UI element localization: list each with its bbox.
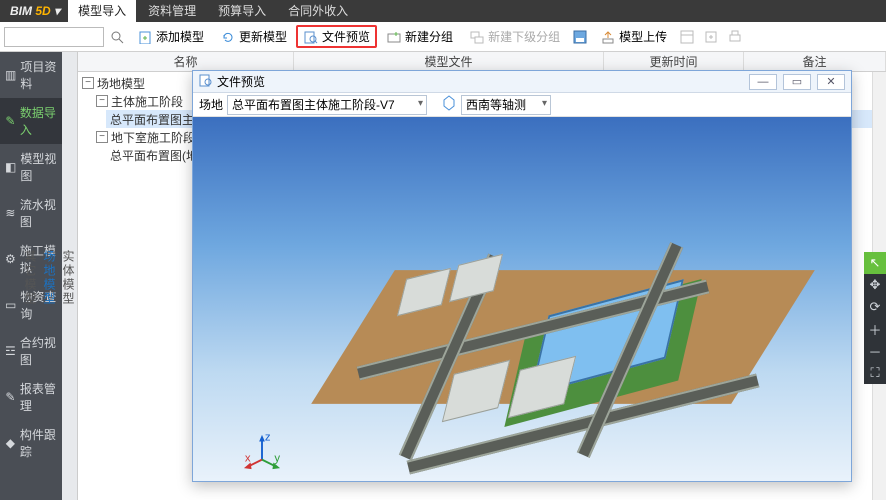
si-label: 数据导入 xyxy=(20,104,57,138)
update-model-label: 更新模型 xyxy=(239,28,287,45)
refresh-icon xyxy=(220,29,236,45)
search-input[interactable] xyxy=(4,27,104,47)
print-icon[interactable] xyxy=(724,26,746,48)
import-icon: ✎ xyxy=(5,114,16,128)
si-label: 合约视图 xyxy=(20,334,57,368)
zoom-out-icon[interactable]: － xyxy=(864,340,886,362)
menu-tab-data-manage[interactable]: 资料管理 xyxy=(138,0,206,22)
file-preview-icon xyxy=(303,29,319,45)
menu-tab-contract-income[interactable]: 合同外收入 xyxy=(278,0,358,22)
tree-label: 地下室施工阶段 xyxy=(111,129,195,146)
dialog-title-icon xyxy=(199,73,213,90)
new-group-button[interactable]: 新建分组 xyxy=(379,25,460,48)
dialog-titlebar[interactable]: 文件预览 — ▭ ✕ xyxy=(193,71,851,93)
combo-value: 总平面布置图主体施工阶段-V7 xyxy=(232,98,395,112)
pointer-tool-icon[interactable]: ↖ xyxy=(864,252,886,274)
sidebar-item-data-import[interactable]: ✎ 数据导入 xyxy=(0,98,62,144)
file-preview-button[interactable]: 文件预览 xyxy=(296,25,377,48)
model-upload-button[interactable]: 模型上传 xyxy=(593,25,674,48)
col-name[interactable]: 名称 xyxy=(78,52,294,71)
close-icon[interactable]: ✕ xyxy=(817,74,845,90)
collapse-icon[interactable]: − xyxy=(82,77,94,89)
vbar-other-model[interactable]: 其它模型 xyxy=(22,246,39,310)
new-subgroup-label: 新建下级分组 xyxy=(488,28,560,45)
col-model-file[interactable]: 模型文件 xyxy=(294,52,604,71)
vbar-site-model[interactable]: 场地模型 xyxy=(41,246,58,310)
sidebar-item-contract-view[interactable]: ☲ 合约视图 xyxy=(0,328,62,374)
si-label: 流水视图 xyxy=(20,196,57,230)
zoom-in-icon[interactable]: ＋ xyxy=(864,318,886,340)
collapse-icon[interactable]: − xyxy=(96,95,108,107)
si-label: 构件跟踪 xyxy=(20,426,57,460)
dialog-title: 文件预览 xyxy=(217,73,265,90)
orientation-icon xyxy=(441,95,457,114)
si-label: 模型视图 xyxy=(20,150,57,184)
settings-icon[interactable] xyxy=(676,26,698,48)
combo-value: 西南等轴测 xyxy=(466,98,526,112)
vbar-entity-model[interactable]: 实体模型 xyxy=(60,246,77,310)
new-subgroup-button[interactable]: 新建下级分组 xyxy=(462,25,567,48)
cube-icon: ◧ xyxy=(5,160,16,174)
table-header: 名称 模型文件 更新时间 备注 xyxy=(78,52,886,72)
site-plan-combo[interactable]: 总平面布置图主体施工阶段-V7 xyxy=(227,95,427,115)
truck-icon: ▭ xyxy=(5,298,16,312)
menu-tab-model-import[interactable]: 模型导入 xyxy=(68,0,136,22)
orbit-tool-icon[interactable]: ⟳ xyxy=(864,296,886,318)
viewport-tool-strip: ↖ ✥ ⟳ ＋ － ⛶ xyxy=(864,252,886,384)
new-group-label: 新建分组 xyxy=(405,28,453,45)
new-group-icon xyxy=(386,29,402,45)
file-preview-dialog: 文件预览 — ▭ ✕ 场地 总平面布置图主体施工阶段-V7 西南等轴测 z xyxy=(192,70,852,482)
maximize-icon[interactable]: ▭ xyxy=(783,74,811,90)
sidebar-item-model-view[interactable]: ◧ 模型视图 xyxy=(0,144,62,190)
svg-text:z: z xyxy=(265,433,271,444)
search-icon[interactable] xyxy=(106,26,128,48)
menu-tab-budget-import[interactable]: 预算导入 xyxy=(208,0,276,22)
gear-icon: ⚙ xyxy=(5,252,16,266)
si-label: 报表管理 xyxy=(20,380,57,414)
chart-icon: ✎ xyxy=(5,390,16,404)
svg-text:y: y xyxy=(274,453,280,465)
zoom-fit-icon[interactable]: ⛶ xyxy=(864,362,886,384)
update-model-button[interactable]: 更新模型 xyxy=(213,25,294,48)
orientation-combo[interactable]: 西南等轴测 xyxy=(461,95,551,115)
sidebar-item-report-mgmt[interactable]: ✎ 报表管理 xyxy=(0,374,62,420)
tree-label: 主体施工阶段 xyxy=(111,93,183,110)
save-icon[interactable] xyxy=(569,26,591,48)
collapse-icon[interactable]: − xyxy=(96,131,108,143)
file-preview-label: 文件预览 xyxy=(322,28,370,45)
si-label: 项目资料 xyxy=(20,58,57,92)
pan-tool-icon[interactable]: ✥ xyxy=(864,274,886,296)
upload-icon xyxy=(600,29,616,45)
new-subgroup-icon xyxy=(469,29,485,45)
viewport-3d[interactable]: z x y xyxy=(193,117,851,481)
category-vertical-bar: 实体模型 场地模型 其它模型 xyxy=(62,52,78,500)
col-remark[interactable]: 备注 xyxy=(744,52,886,71)
add-model-label: 添加模型 xyxy=(156,28,204,45)
tree-label: 场地模型 xyxy=(97,75,145,92)
minimize-icon[interactable]: — xyxy=(749,74,777,90)
dialog-toolbar: 场地 总平面布置图主体施工阶段-V7 西南等轴测 xyxy=(193,93,851,117)
model-upload-label: 模型上传 xyxy=(619,28,667,45)
doc-icon: ☲ xyxy=(5,344,16,358)
svg-text:x: x xyxy=(245,453,251,465)
sidebar-item-component-track[interactable]: ◆ 构件跟踪 xyxy=(0,420,62,466)
field-label-site: 场地 xyxy=(199,96,223,113)
axis-gizmo-icon: z x y xyxy=(243,433,281,471)
col-update-time[interactable]: 更新时间 xyxy=(604,52,744,71)
sidebar-item-project-data[interactable]: ▥ 项目资料 xyxy=(0,52,62,98)
folder-icon: ▥ xyxy=(5,68,16,82)
add-model-button[interactable]: 添加模型 xyxy=(130,25,211,48)
export-icon[interactable] xyxy=(700,26,722,48)
flow-icon: ≋ xyxy=(5,206,16,220)
add-model-icon xyxy=(137,29,153,45)
app-title-bar: BIM 5D ▾ 模型导入 资料管理 预算导入 合同外收入 xyxy=(0,0,886,22)
toolbar: 添加模型 更新模型 文件预览 新建分组 新建下级分组 模型上传 xyxy=(0,22,886,52)
app-logo: BIM 5D ▾ xyxy=(4,4,66,18)
track-icon: ◆ xyxy=(5,436,16,450)
sidebar-item-flow-view[interactable]: ≋ 流水视图 xyxy=(0,190,62,236)
